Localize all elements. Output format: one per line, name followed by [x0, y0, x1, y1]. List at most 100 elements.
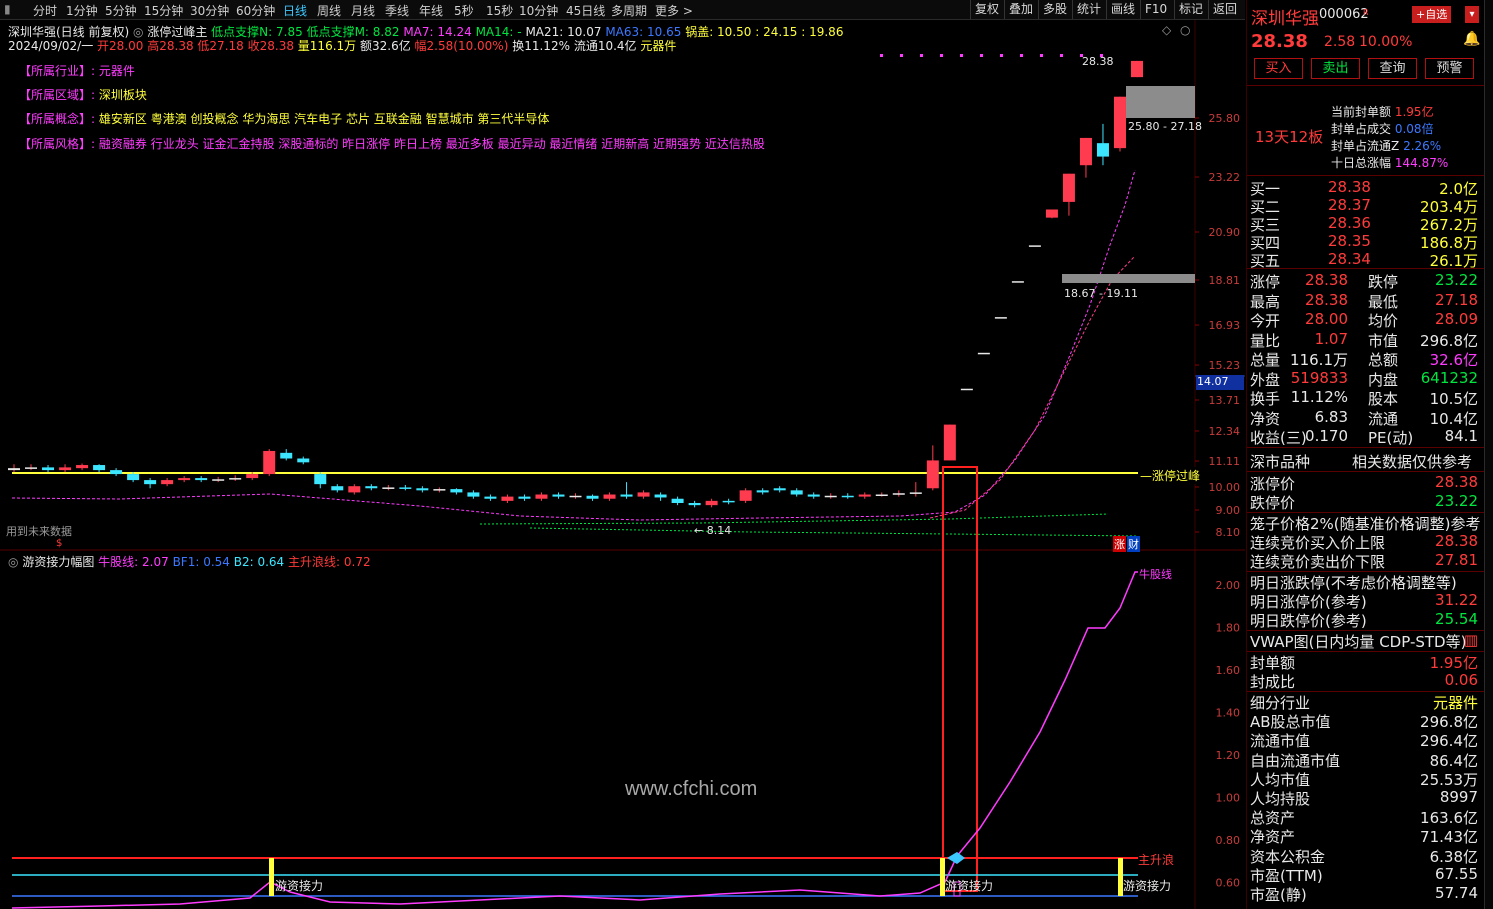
candle-body: [263, 450, 276, 475]
candle-body: [382, 487, 395, 489]
signal-dot: [920, 54, 923, 57]
seal-stats: 当前封单额 1.95亿 封单占成交 0.08倍 封单占流通Z 2.26% 十日总…: [1331, 105, 1449, 170]
signal-dot: [1000, 54, 1003, 57]
stats-button[interactable]: 统计: [1072, 0, 1105, 19]
stat-row: 外盘 519833 内盘 641232: [1250, 368, 1478, 389]
chart-area[interactable]: 25.80 23.22 20.90 18.81 16.93 15.23 13.71 12.34…: [0, 20, 1245, 909]
candle-body: [994, 317, 1007, 319]
candles: [8, 60, 1143, 508]
tab-period-3[interactable]: 15分钟: [144, 2, 183, 19]
tab-period-12[interactable]: 15秒: [486, 2, 513, 19]
y-tick-label: 11.11: [1209, 455, 1241, 468]
tab-period-11[interactable]: 5秒: [454, 2, 474, 19]
candle-body: [841, 495, 854, 498]
stat-row: 今开 28.00 均价 28.09: [1250, 310, 1478, 330]
candle-body: [535, 494, 548, 499]
main-wave-label: 主升浪: [1138, 853, 1175, 867]
candle-body: [603, 494, 616, 499]
candle-body: [8, 468, 20, 471]
candle-body: [161, 480, 174, 485]
stat-row: 收益(三) 0.170 PE(动) 84.1: [1250, 427, 1478, 447]
tab-period-9[interactable]: 季线: [385, 2, 409, 19]
diamond-icon[interactable]: ◇: [1162, 23, 1171, 37]
bid-row[interactable]: 买四 28.35 186.8万: [1250, 232, 1482, 252]
tab-period-6[interactable]: 日线: [283, 2, 307, 19]
bid-row[interactable]: 买五 28.34 26.1万: [1250, 250, 1482, 270]
bell-icon[interactable]: 🔔: [1463, 31, 1480, 47]
sub-y-tick-label: 1.40: [1216, 707, 1241, 720]
signal-dot: [960, 54, 963, 57]
y-tick-label: 20.90: [1209, 226, 1241, 239]
y-tick-label: 9.00: [1216, 504, 1241, 517]
candle-body: [892, 493, 905, 495]
tab-period-7[interactable]: 周线: [317, 2, 341, 19]
price-change: 2.58: [1324, 34, 1356, 50]
bid-row[interactable]: 买三 28.36 267.2万: [1250, 214, 1482, 234]
candle-body: [518, 496, 531, 499]
tab-period-4[interactable]: 30分钟: [190, 2, 229, 19]
limit-up-tag[interactable]: 涨: [1113, 536, 1126, 552]
sell-button[interactable]: 卖出: [1311, 58, 1360, 79]
bid-row[interactable]: 买一 28.38 2.0亿: [1250, 178, 1482, 198]
candle-body: [93, 465, 106, 471]
sub-chart-title[interactable]: 游资接力幅图: [22, 555, 94, 569]
tab-period-2[interactable]: 5分钟: [105, 2, 137, 19]
ohlc-volume: 量116.1万: [297, 39, 357, 53]
bid-row[interactable]: 买二 28.37 203.4万: [1250, 196, 1482, 216]
dollar-icon: $: [56, 538, 63, 549]
menu-toggle-icon[interactable]: ▮: [4, 2, 11, 16]
candle-body: [977, 352, 990, 355]
stock-code: 000062: [1319, 7, 1369, 22]
legend-6: 锅盖: 10.50 : 24.15 : 19.86: [685, 25, 844, 39]
ohlc-line: 2024/09/02/一 开28.00 高28.38 低27.18 收28.38…: [8, 37, 676, 54]
circle-icon[interactable]: ○: [1180, 23, 1190, 37]
overlay-button[interactable]: 叠加: [1004, 0, 1037, 19]
tab-period-13[interactable]: 10分钟: [519, 2, 558, 19]
candle-body: [416, 488, 429, 491]
tab-period-15[interactable]: 多周期: [611, 2, 647, 19]
highlight-frame-upper: [942, 466, 978, 892]
watch-dropdown-icon[interactable]: ▾: [1465, 6, 1479, 23]
mark-button[interactable]: 标记: [1174, 0, 1207, 19]
tomorrow-row: 明日跌停价(参考) 25.54: [1250, 610, 1478, 630]
stock-name: 深圳华强: [1251, 9, 1319, 29]
candle-body: [943, 424, 956, 461]
tomorrow-title: 明日涨跌停(不考虑价格调整等): [1250, 574, 1457, 592]
ohlc-date: 2024/09/02/一: [8, 39, 94, 53]
tab-period-10[interactable]: 年线: [419, 2, 443, 19]
candle-body: [314, 474, 327, 485]
tab-period-8[interactable]: 月线: [351, 2, 375, 19]
multi-stock-button[interactable]: 多股: [1038, 0, 1071, 19]
sub-y-tick-label: 1.60: [1216, 664, 1241, 677]
add-watch-button[interactable]: +自选: [1412, 6, 1452, 23]
buy-button[interactable]: 买入: [1254, 58, 1303, 79]
tab-period-14[interactable]: 45日线: [566, 2, 605, 19]
candle-body: [1045, 209, 1058, 218]
alert-button[interactable]: 预警: [1425, 58, 1474, 79]
cage-title: 笼子价格2%(随基准价格调整)参考: [1250, 515, 1481, 533]
query-button[interactable]: 查询: [1368, 58, 1417, 79]
tab-period-16[interactable]: 更多 >: [655, 2, 693, 19]
tab-period-5[interactable]: 60分钟: [236, 2, 275, 19]
tab-period-0[interactable]: 分时: [33, 2, 57, 19]
sub-settings-icon[interactable]: ◎: [8, 555, 18, 569]
candle-body: [722, 500, 735, 503]
draw-line-button[interactable]: 画线: [1106, 0, 1139, 19]
price-change-pct: 10.00%: [1359, 34, 1413, 50]
candle-body: [229, 478, 242, 480]
f10-button[interactable]: F10: [1140, 0, 1171, 19]
candle-body: [195, 478, 208, 481]
fuquan-button[interactable]: 复权: [970, 0, 1003, 19]
right-edge-strip: [1484, 0, 1493, 909]
finance-row: 细分行业 元器件: [1250, 694, 1478, 712]
candle-body: [1011, 281, 1024, 283]
signal-dot: [1060, 54, 1063, 57]
support-line-n: [479, 513, 1109, 525]
candle-body: [450, 489, 463, 493]
sub-chart-title-line: ◎ 游资接力幅图 牛股线: 2.07 BF1: 0.54 B2: 0.64 主升…: [8, 553, 371, 570]
candle-body: [467, 492, 480, 497]
kline-chart[interactable]: 25.80 23.22 20.90 18.81 16.93 15.23 13.71 12.34…: [0, 20, 1245, 909]
back-button[interactable]: 返回: [1208, 0, 1241, 19]
finance-tag[interactable]: 财: [1127, 536, 1140, 552]
tab-period-1[interactable]: 1分钟: [66, 2, 98, 19]
